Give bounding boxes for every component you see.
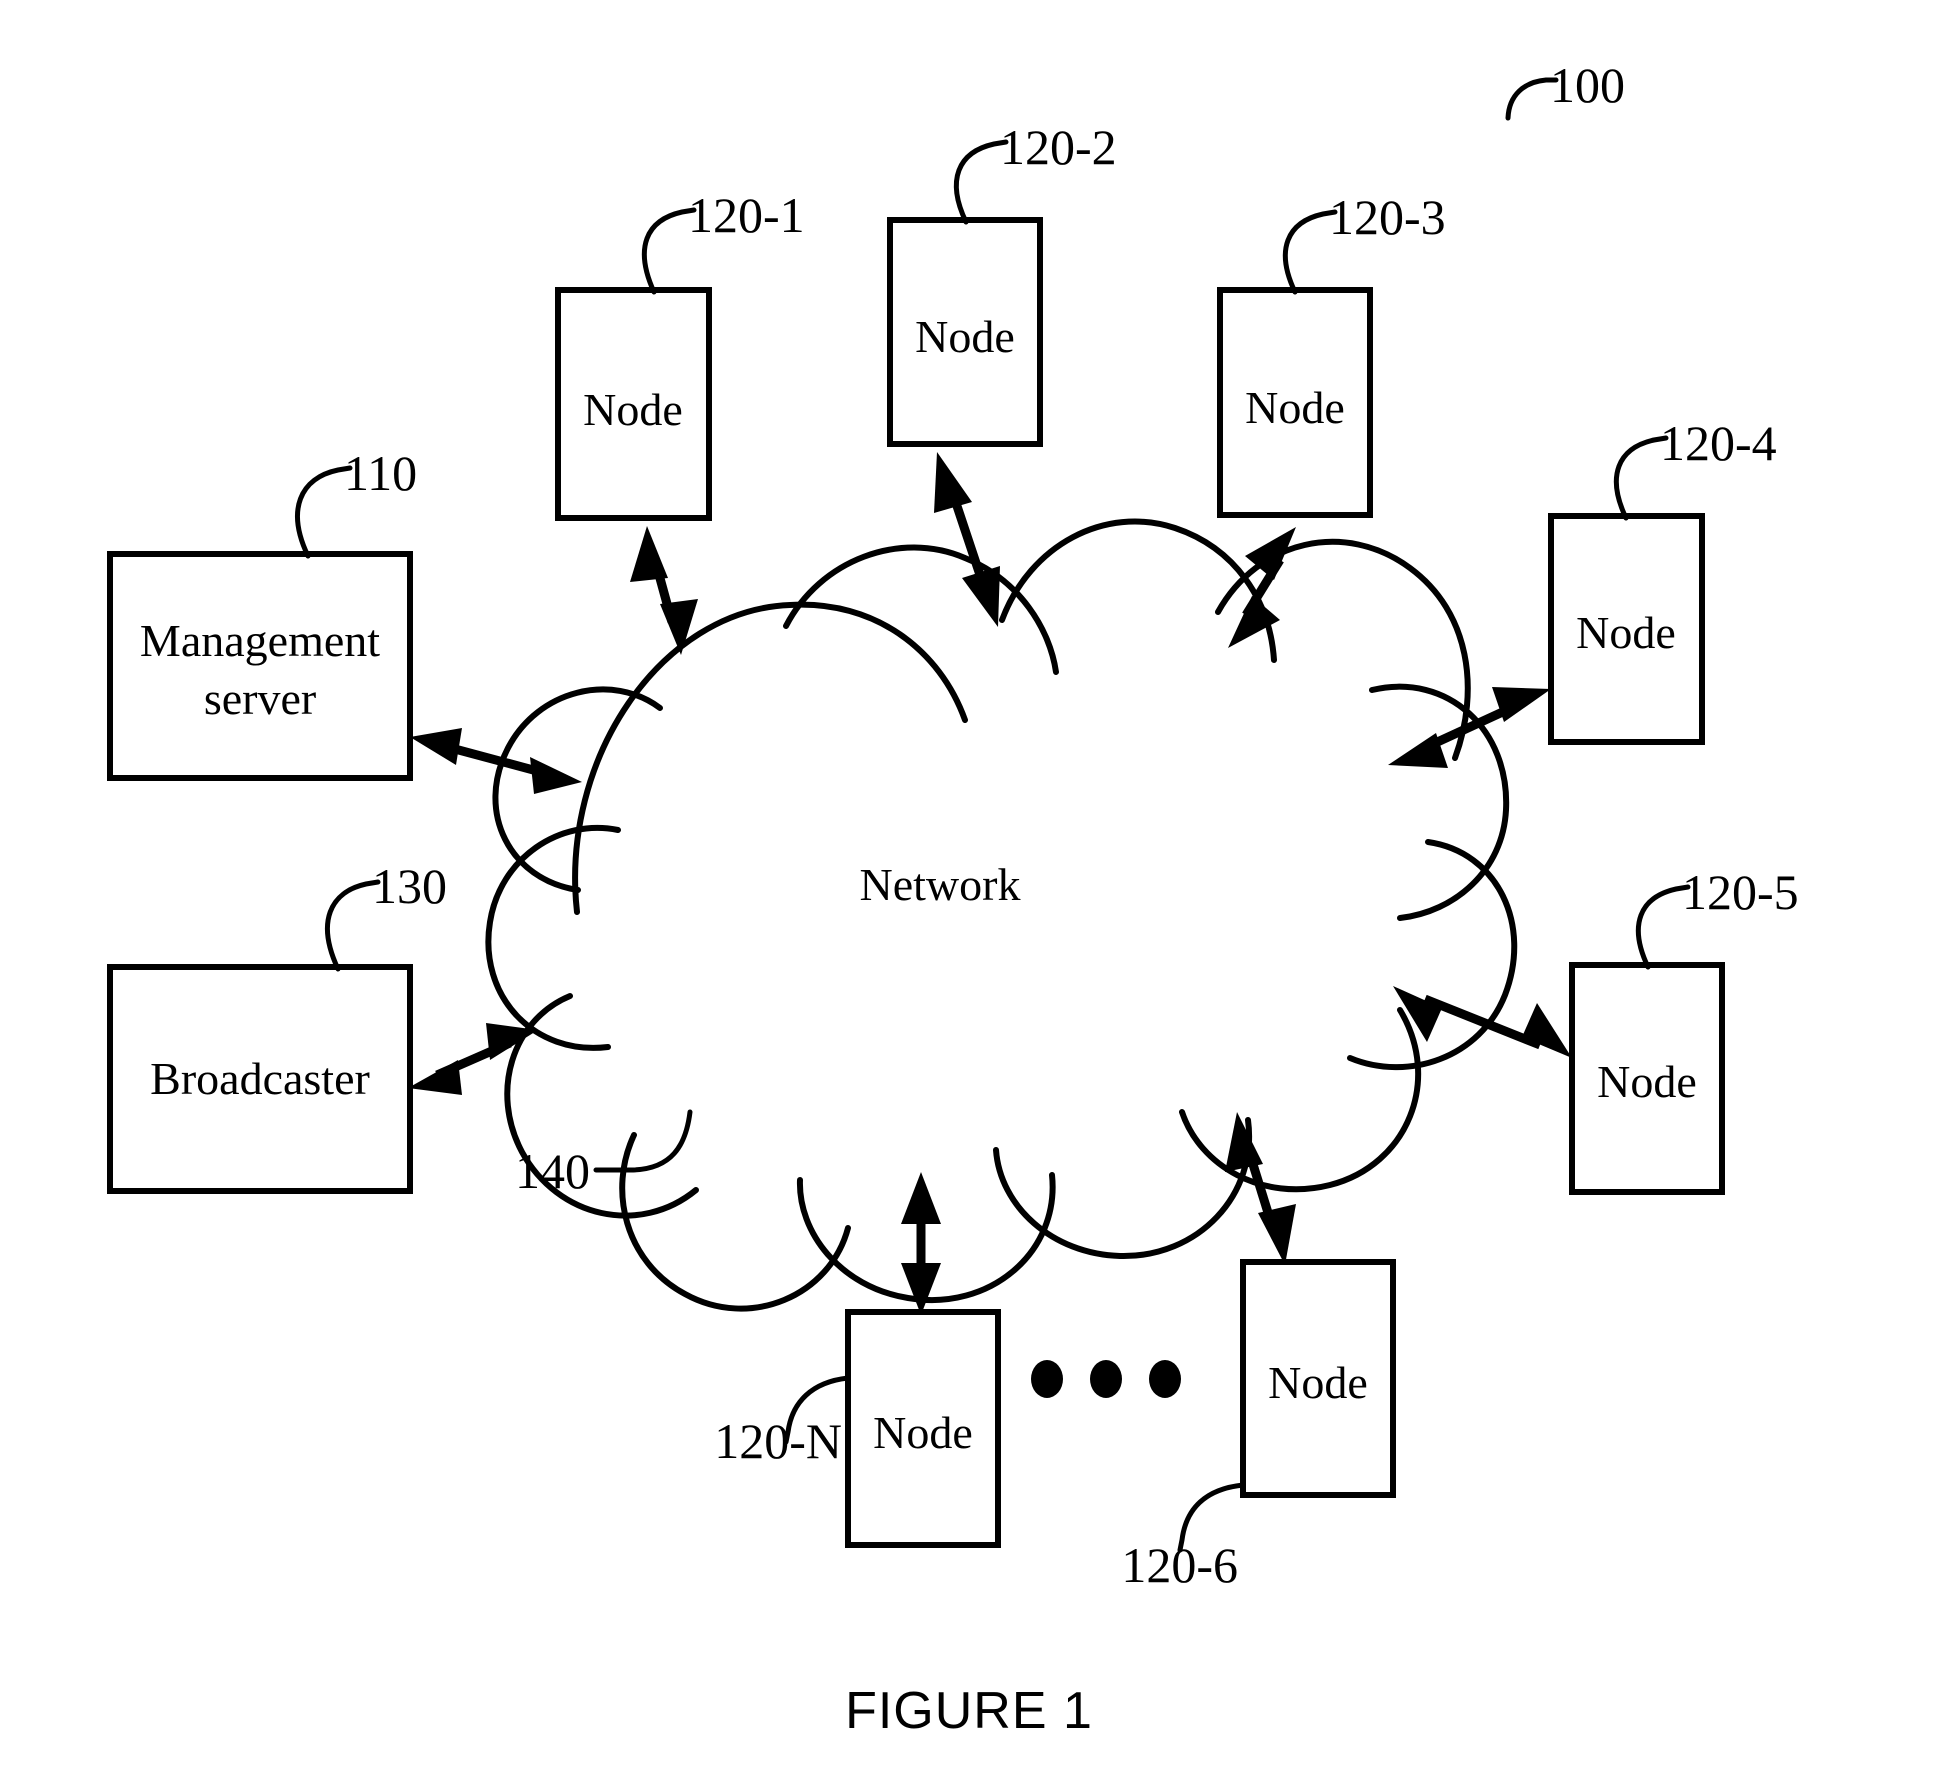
ref-label-120-2: 120-2 <box>1000 119 1117 175</box>
management-server-rect[interactable] <box>107 551 413 781</box>
ref-label-120-N: 120-N <box>714 1413 842 1469</box>
ref-label-130: 130 <box>372 858 447 914</box>
ref-label-120-6: 120-6 <box>1121 1537 1238 1593</box>
ref-label-120-5: 120-5 <box>1682 864 1799 920</box>
node-120-1-box[interactable]: Node <box>555 287 712 521</box>
ellipsis-dot-1 <box>1031 1360 1063 1398</box>
node-120-3-box[interactable]: Node <box>1217 287 1373 518</box>
figure-canvas: 100 Network 140 Management server 110 Br… <box>0 0 1938 1771</box>
broadcaster-label: Broadcaster <box>150 1053 370 1104</box>
ref-label-140: 140 <box>515 1143 590 1199</box>
management-server-label-line2: server <box>204 673 316 724</box>
patent-figure-1: 100 Network 140 Management server 110 Br… <box>0 0 1938 1771</box>
node-120-1-label: Node <box>583 384 683 435</box>
management-server-box[interactable]: Management server <box>107 551 413 781</box>
node-120-6-box[interactable]: Node <box>1240 1259 1396 1498</box>
node-120-6-label: Node <box>1268 1357 1368 1408</box>
node-120-N-label: Node <box>873 1407 973 1458</box>
ellipsis-dots <box>1031 1360 1181 1398</box>
ellipsis-dot-3 <box>1149 1360 1181 1398</box>
node-120-N-box[interactable]: Node <box>845 1309 1001 1548</box>
ellipsis-dot-2 <box>1090 1360 1122 1398</box>
node-120-2-label: Node <box>915 311 1015 362</box>
node-120-4-label: Node <box>1576 607 1676 658</box>
node-120-5-label: Node <box>1597 1056 1697 1107</box>
ref-label-100: 100 <box>1550 57 1625 113</box>
node-120-4-box[interactable]: Node <box>1548 513 1705 745</box>
ref-label-120-1: 120-1 <box>688 187 805 243</box>
ref-label-120-3: 120-3 <box>1329 189 1446 245</box>
figure-caption: FIGURE 1 <box>845 1682 1093 1740</box>
management-server-label-line1: Management <box>140 615 380 666</box>
node-120-3-label: Node <box>1245 382 1345 433</box>
broadcaster-box[interactable]: Broadcaster <box>107 964 413 1194</box>
node-120-5-box[interactable]: Node <box>1569 962 1725 1195</box>
ref-label-120-4: 120-4 <box>1660 415 1777 471</box>
node-120-2-box[interactable]: Node <box>887 217 1043 447</box>
cloud-label: Network <box>860 859 1021 910</box>
ref-label-110: 110 <box>344 445 417 501</box>
